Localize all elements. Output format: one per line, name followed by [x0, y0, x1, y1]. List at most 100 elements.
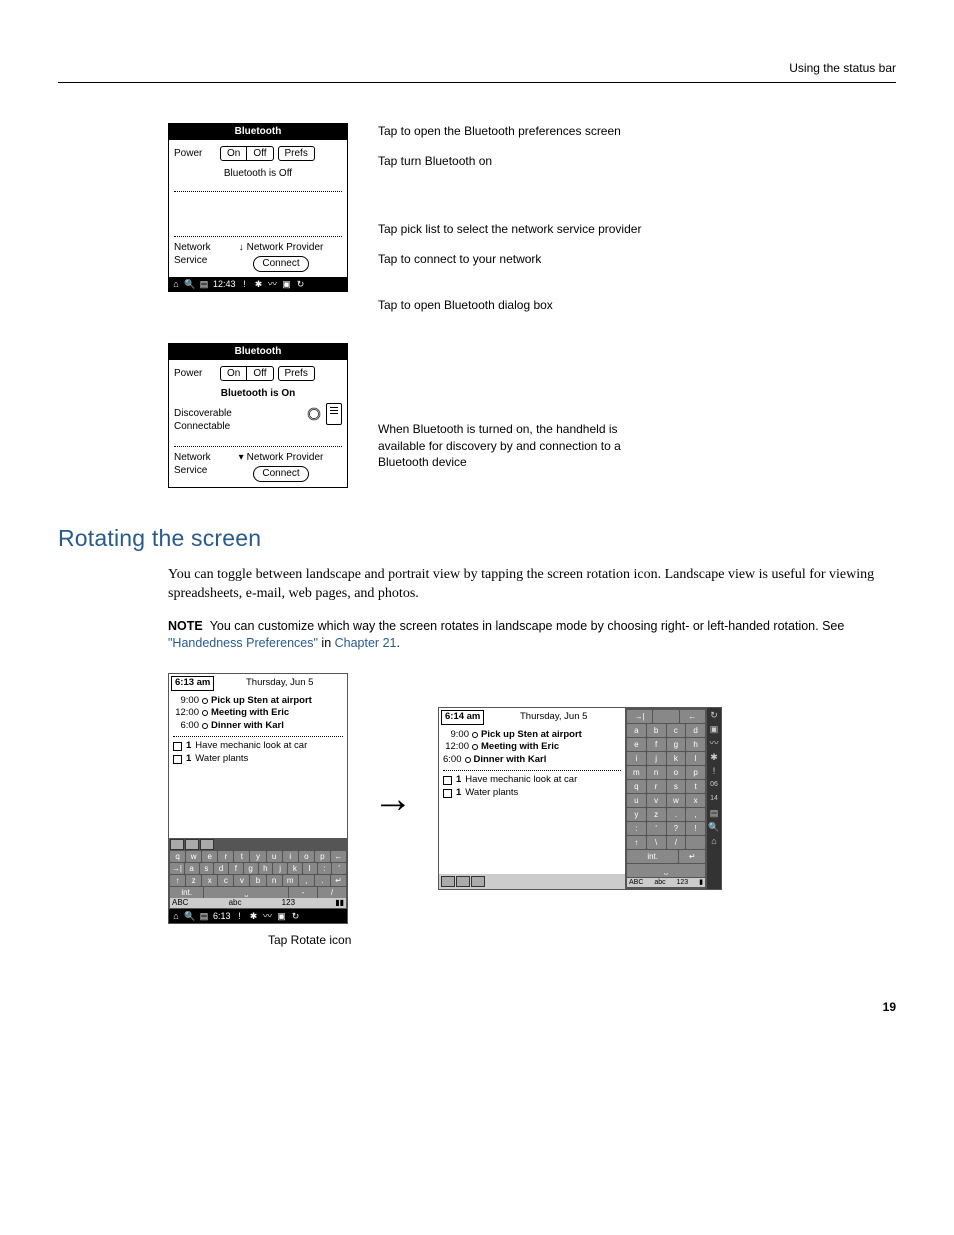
- network-provider-dropdown[interactable]: ↓ Network Provider: [239, 241, 324, 255]
- mode-abc-upper[interactable]: ABC: [629, 878, 643, 887]
- key[interactable]: h: [686, 738, 705, 751]
- alert-icon[interactable]: !: [240, 279, 250, 289]
- mode-123[interactable]: 123: [677, 878, 689, 887]
- key[interactable]: l: [686, 752, 705, 765]
- input-tab[interactable]: [170, 839, 184, 850]
- key[interactable]: c: [667, 724, 686, 737]
- key[interactable]: \: [647, 836, 666, 849]
- key[interactable]: d: [214, 863, 228, 874]
- key[interactable]: q: [627, 780, 646, 793]
- key[interactable]: j: [273, 863, 287, 874]
- keyboard-row[interactable]: ↑zxcvbnm,.↵: [170, 875, 346, 886]
- key[interactable]: v: [647, 794, 666, 807]
- key[interactable]: a: [185, 863, 199, 874]
- key[interactable]: z: [186, 875, 201, 886]
- menu-icon[interactable]: ▤: [707, 806, 721, 820]
- checkbox-icon[interactable]: [173, 742, 182, 751]
- input-tab[interactable]: [200, 839, 214, 850]
- key[interactable]: o: [299, 851, 314, 862]
- find-icon[interactable]: 🔍: [185, 911, 195, 921]
- power-on-option[interactable]: On: [221, 367, 247, 381]
- bluetooth-icon[interactable]: ✱: [254, 279, 264, 289]
- key[interactable]: h: [259, 863, 273, 874]
- agenda-time-box[interactable]: 6:14 am: [441, 710, 484, 725]
- input-tab[interactable]: [471, 876, 485, 887]
- landscape-keyboard[interactable]: →|← abcd efgh ijkl mnop qrst uvwx yz., :…: [625, 708, 707, 889]
- key[interactable]: ': [647, 822, 666, 835]
- int-key[interactable]: int.: [170, 887, 203, 898]
- menu-icon[interactable]: ▤: [199, 911, 209, 921]
- key[interactable]: t: [686, 780, 705, 793]
- input-area[interactable]: qwertyuiop← →|asdfghjkl:' ↑zxcvbnm,.↵ in…: [169, 838, 347, 910]
- key[interactable]: n: [647, 766, 666, 779]
- key[interactable]: g: [667, 738, 686, 751]
- key[interactable]: →|: [170, 863, 184, 874]
- key[interactable]: ←: [680, 710, 705, 723]
- key[interactable]: y: [627, 808, 646, 821]
- key[interactable]: :: [627, 822, 646, 835]
- key[interactable]: b: [250, 875, 265, 886]
- key[interactable]: f: [229, 863, 243, 874]
- key[interactable]: d: [686, 724, 705, 737]
- mode-123[interactable]: 123: [282, 898, 295, 909]
- key[interactable]: a: [627, 724, 646, 737]
- input-tab[interactable]: [456, 876, 470, 887]
- key[interactable]: [686, 836, 705, 849]
- key[interactable]: j: [647, 752, 666, 765]
- key[interactable]: o: [667, 766, 686, 779]
- key[interactable]: i: [283, 851, 298, 862]
- key[interactable]: .: [667, 808, 686, 821]
- menu-icon[interactable]: ▤: [199, 279, 209, 289]
- key[interactable]: →|: [627, 710, 652, 723]
- key[interactable]: ←: [331, 851, 346, 862]
- alert-icon[interactable]: !: [235, 911, 245, 921]
- key[interactable]: e: [627, 738, 646, 751]
- mode-abc-lower[interactable]: abc: [654, 878, 665, 887]
- agenda-time-box[interactable]: 6:13 am: [171, 676, 214, 691]
- home-icon[interactable]: ⌂: [171, 279, 181, 289]
- handedness-link[interactable]: "Handedness Preferences": [168, 636, 318, 650]
- key[interactable]: r: [218, 851, 233, 862]
- key[interactable]: z: [647, 808, 666, 821]
- key[interactable]: s: [667, 780, 686, 793]
- key[interactable]: /: [667, 836, 686, 849]
- key[interactable]: w: [667, 794, 686, 807]
- key[interactable]: ?: [667, 822, 686, 835]
- key[interactable]: q: [170, 851, 185, 862]
- alert-icon[interactable]: !: [707, 764, 721, 778]
- home-icon[interactable]: ⌂: [171, 911, 181, 921]
- mode-extra[interactable]: ▮▮: [335, 898, 344, 909]
- key[interactable]: .: [315, 875, 330, 886]
- network-provider-dropdown[interactable]: ▾ Network Provider: [239, 451, 324, 465]
- checkbox-icon[interactable]: [173, 755, 182, 764]
- key[interactable]: p: [686, 766, 705, 779]
- input-tab[interactable]: [441, 876, 455, 887]
- key[interactable]: t: [234, 851, 249, 862]
- prefs-button[interactable]: Prefs: [278, 146, 315, 162]
- keyboard-row[interactable]: int. ⎵ - /: [170, 887, 346, 898]
- return-key[interactable]: ↵: [679, 850, 705, 863]
- power-toggle[interactable]: On Off: [220, 146, 274, 162]
- rotate-icon[interactable]: ↻: [707, 708, 721, 722]
- key[interactable]: k: [667, 752, 686, 765]
- key[interactable]: n: [267, 875, 282, 886]
- input-tab[interactable]: [185, 839, 199, 850]
- key[interactable]: i: [627, 752, 646, 765]
- key[interactable]: r: [647, 780, 666, 793]
- fullscreen-icon[interactable]: ▣: [277, 911, 287, 921]
- keyboard-row[interactable]: →|asdfghjkl:': [170, 863, 346, 874]
- prefs-button[interactable]: Prefs: [278, 366, 315, 382]
- space-key[interactable]: ⎵: [204, 887, 288, 898]
- key[interactable]: x: [686, 794, 705, 807]
- checkbox-icon[interactable]: [443, 789, 452, 798]
- mode-extra[interactable]: ▮: [699, 878, 703, 887]
- key[interactable]: v: [234, 875, 249, 886]
- find-icon[interactable]: 🔍: [707, 820, 721, 834]
- power-off-option[interactable]: Off: [247, 147, 272, 161]
- key[interactable]: m: [283, 875, 298, 886]
- rotate-icon[interactable]: ↻: [291, 911, 301, 921]
- checkbox-icon[interactable]: [443, 776, 452, 785]
- rotate-icon[interactable]: ↻: [296, 279, 306, 289]
- connect-button[interactable]: Connect: [253, 256, 308, 272]
- key[interactable]: f: [647, 738, 666, 751]
